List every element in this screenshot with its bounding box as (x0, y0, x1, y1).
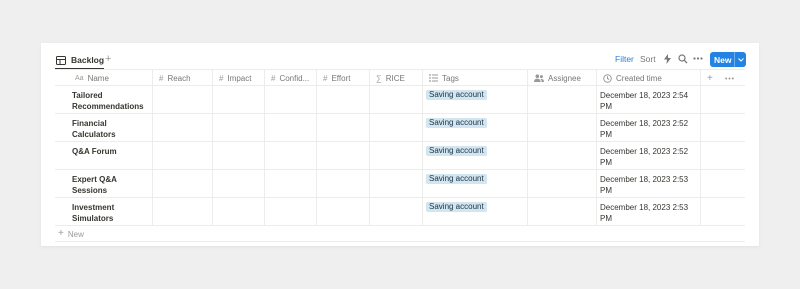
table-row[interactable]: Investment Simulators Saving account Dec… (55, 198, 745, 226)
column-header-label: Name (87, 73, 109, 83)
row-name[interactable]: Investment Simulators (55, 198, 152, 225)
list-icon (429, 74, 438, 82)
view-tab-backlog[interactable]: Backlog (56, 52, 104, 68)
table-row[interactable]: Financial Calculators Saving account Dec… (55, 114, 745, 142)
plus-icon: + (58, 228, 64, 239)
tag-badge[interactable]: Saving account (426, 146, 487, 156)
add-new-row-button[interactable]: + New (58, 229, 84, 239)
column-header-impact[interactable]: # Impact (213, 70, 264, 86)
tag-badge[interactable]: Saving account (426, 202, 487, 212)
number-property-icon: # (159, 73, 164, 83)
column-header-assignee[interactable]: Assignee (528, 70, 596, 86)
add-column-button[interactable]: + (701, 70, 721, 86)
row-name[interactable]: Q&A Forum (55, 142, 152, 169)
created-time-value: December 18, 2023 2:52 PM (600, 147, 689, 167)
more-options-icon[interactable] (693, 57, 703, 60)
column-header-label: Impact (227, 73, 252, 83)
sort-button[interactable]: Sort (640, 54, 656, 64)
table-row[interactable]: Tailored Recommendations Saving account … (55, 86, 745, 114)
column-header-effort[interactable]: # Effort (317, 70, 369, 86)
number-property-icon: # (323, 73, 328, 83)
created-time-value: December 18, 2023 2:54 PM (600, 91, 689, 111)
tag-badge[interactable]: Saving account (426, 90, 487, 100)
column-header-label: Reach (167, 73, 191, 83)
created-time-value: December 18, 2023 2:53 PM (600, 175, 689, 195)
tag-badge[interactable]: Saving account (426, 174, 487, 184)
number-property-icon: # (219, 73, 224, 83)
database-panel: Backlog + Filter Sort New Aa Name # Reac… (41, 43, 759, 246)
clock-icon (603, 73, 612, 83)
row-name[interactable]: Expert Q&A Sessions (55, 170, 152, 197)
column-header-created-time[interactable]: Created time (597, 70, 700, 86)
add-view-button[interactable]: + (105, 53, 111, 65)
column-header-label: RICE (385, 73, 405, 83)
lightning-icon[interactable] (664, 54, 671, 64)
table-row[interactable]: Expert Q&A Sessions Saving account Decem… (55, 170, 745, 198)
column-header-label: Created time (616, 73, 662, 83)
view-tab-label: Backlog (71, 55, 105, 65)
new-button[interactable]: New (710, 52, 746, 67)
column-header-label: Assignee (548, 73, 581, 83)
created-time-value: December 18, 2023 2:52 PM (600, 119, 689, 139)
formula-icon: ∑ (376, 73, 382, 83)
column-header-tags[interactable]: Tags (423, 70, 527, 86)
tag-badge[interactable]: Saving account (426, 118, 487, 128)
table-row[interactable]: Q&A Forum Saving account December 18, 20… (55, 142, 745, 170)
text-property-icon: Aa (75, 74, 84, 82)
new-button-label: New (714, 54, 732, 65)
column-header-label: Tags (442, 73, 459, 83)
table-bottom-divider (55, 241, 745, 242)
filter-button[interactable]: Filter (615, 54, 634, 64)
column-header-label: Confid... (279, 73, 310, 83)
add-new-row-label: New (67, 229, 84, 239)
column-header-rice[interactable]: ∑ RICE (370, 70, 422, 86)
chevron-down-icon[interactable] (735, 57, 746, 62)
column-options-icon[interactable] (719, 76, 739, 80)
created-time-value: December 18, 2023 2:53 PM (600, 203, 689, 223)
column-header-reach[interactable]: # Reach (153, 70, 212, 86)
row-name[interactable]: Financial Calculators (55, 114, 152, 141)
table-icon (56, 55, 66, 65)
search-icon[interactable] (678, 54, 688, 64)
column-header-label: Effort (331, 73, 351, 83)
people-icon (534, 74, 544, 82)
column-header-name[interactable]: Aa Name (69, 70, 152, 86)
column-header-confidence[interactable]: # Confid... (265, 70, 316, 86)
row-name[interactable]: Tailored Recommendations (55, 86, 152, 113)
number-property-icon: # (271, 73, 276, 83)
table-header: Aa Name # Reach # Impact # Confid... # E… (55, 69, 745, 86)
